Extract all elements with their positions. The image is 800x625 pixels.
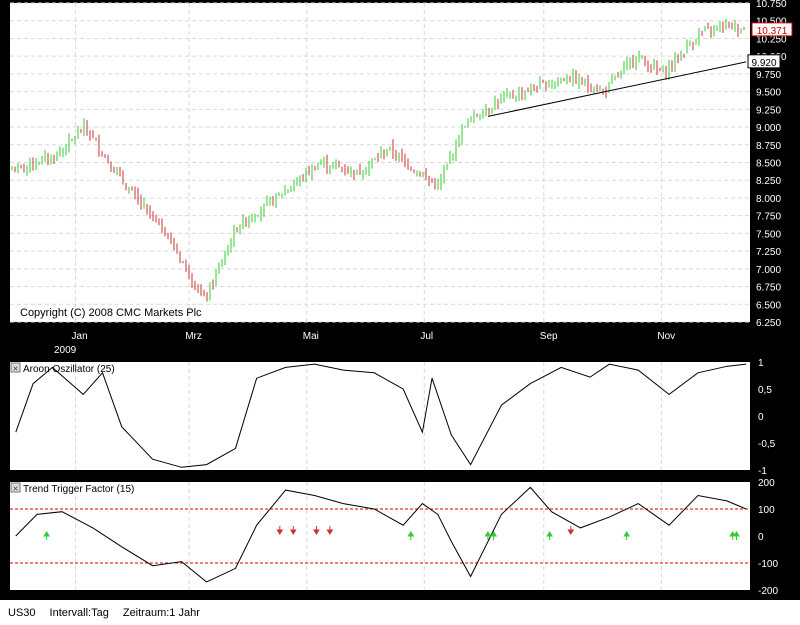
price-y-tick-label: 7.750 [756, 212, 781, 223]
price-y-tick-label: 9.000 [756, 123, 781, 134]
price-y-tick-label: 8.000 [756, 194, 781, 205]
price-y-tick-label: 6.250 [756, 318, 781, 329]
ttf-y-tick-label: 0 [758, 532, 764, 543]
price-y-tick-label: 6.500 [756, 300, 781, 311]
last-price-label: 10.371 [757, 26, 788, 37]
aroon-y-tick-label: 1 [758, 358, 764, 369]
month-tick-label: Mai [303, 331, 319, 342]
price-y-tick-label: 8.750 [756, 141, 781, 152]
price-y-tick-label: 9.500 [756, 88, 781, 99]
month-tick-label: Mrz [185, 331, 202, 342]
aroon-y-tick-label: 0,5 [758, 385, 772, 396]
price-y-tick-label: 7.000 [756, 265, 781, 276]
month-tick-label: Nov [657, 331, 675, 342]
ttf-y-tick-label: -200 [758, 586, 778, 597]
trendline-value-label: 9.920 [751, 58, 776, 69]
price-y-tick-label: 8.500 [756, 159, 781, 170]
ttf-y-tick-label: 200 [758, 478, 775, 489]
price-y-tick-label: 9.250 [756, 105, 781, 116]
ttf-y-tick-label: -100 [758, 559, 778, 570]
month-tick-label: Jan [72, 331, 88, 342]
aroon-close-glyph: × [13, 364, 18, 374]
ttf-y-tick-label: 100 [758, 505, 775, 516]
chart-stage: 6.250 6.500 6.750 7.000 7.250 7.500 7.750 8.000… [10, 0, 793, 597]
ttf-panel-bg [10, 482, 750, 590]
aroon-panel-bg [10, 362, 750, 470]
aroon-y-tick-label: -1 [758, 466, 767, 477]
ttf-title: Trend Trigger Factor (15) [23, 484, 134, 495]
aroon-y-tick-label: 0 [758, 412, 764, 423]
ttf-close-glyph: × [13, 484, 18, 494]
price-y-tick-label: 7.500 [756, 229, 781, 240]
price-y-tick-label: 9.750 [756, 70, 781, 81]
year-tick-label: 2009 [54, 345, 77, 356]
month-tick-label: Jul [420, 331, 433, 342]
symbol-label: US30 [8, 606, 36, 619]
price-y-tick-label: 10.750 [756, 0, 787, 10]
interval-label: Intervall:Tag [49, 606, 109, 619]
price-y-tick-label: 6.750 [756, 283, 781, 294]
price-y-tick-label: 8.250 [756, 176, 781, 187]
aroon-y-tick-label: -0,5 [758, 439, 776, 450]
copyright-label: Copyright (C) 2008 CMC Markets Plc [20, 307, 202, 319]
price-y-tick-label: 7.250 [756, 247, 781, 258]
status-bar: US30 Intervall:Tag Zeitraum:1 Jahr [0, 600, 800, 625]
month-tick-label: Sep [540, 331, 558, 342]
period-label: Zeitraum:1 Jahr [122, 606, 200, 619]
aroon-title: Aroon Oszillator (25) [23, 364, 115, 375]
